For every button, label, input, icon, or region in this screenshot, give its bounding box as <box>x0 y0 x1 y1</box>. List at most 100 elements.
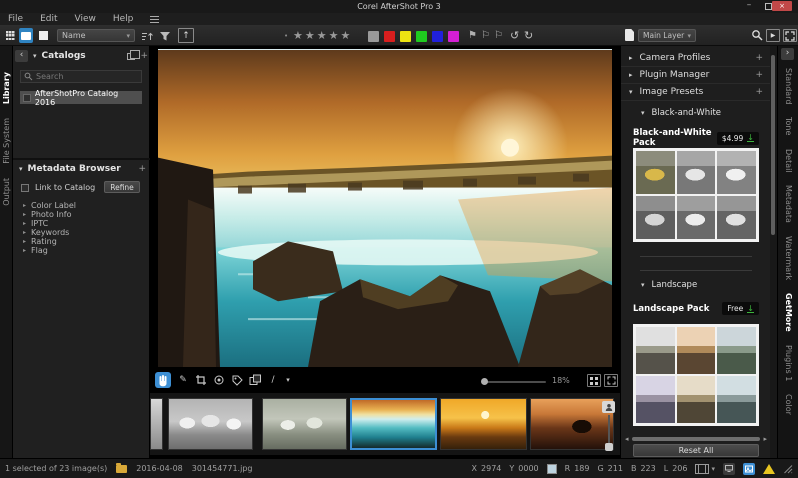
tree-item-rating[interactable]: ▸ Rating <box>23 237 57 246</box>
thumbnail-horses-bw-2[interactable] <box>262 398 347 450</box>
color-label-red[interactable] <box>384 31 395 42</box>
color-label-green[interactable] <box>416 31 427 42</box>
scrollbar-track[interactable] <box>632 437 761 441</box>
tab-file-system[interactable]: File System <box>2 118 11 164</box>
resize-grip-icon[interactable] <box>783 464 793 474</box>
preset-thumb[interactable] <box>677 327 716 374</box>
redo-icon[interactable]: ↻ <box>524 29 533 42</box>
new-catalog-icon[interactable] <box>127 53 135 60</box>
filmstrip-scrollbar[interactable] <box>602 401 616 451</box>
close-button[interactable]: × <box>772 1 792 11</box>
scrollbar-track[interactable] <box>608 415 610 445</box>
image-settings-icon[interactable] <box>743 463 755 475</box>
landscape-pack-preview[interactable] <box>633 324 759 426</box>
tab-output[interactable]: Output <box>2 178 11 206</box>
preset-thumb[interactable] <box>636 151 675 194</box>
expander-closed-icon[interactable]: ▸ <box>629 71 633 79</box>
section-camera-profiles[interactable]: ▸ Camera Profiles + <box>621 50 771 67</box>
menu-help[interactable]: Help <box>113 14 134 24</box>
star-icon[interactable]: ★ <box>317 29 327 42</box>
thumbnail-waterfall-selected[interactable] <box>350 398 437 450</box>
tab-getmore[interactable]: GetMore <box>784 293 793 332</box>
tab-library[interactable]: Library <box>2 72 11 104</box>
bw-pack-buy-button[interactable]: $4.99 ↓ <box>717 132 759 145</box>
catalog-search[interactable] <box>20 70 142 83</box>
undo-icon[interactable]: ↺ <box>510 29 519 42</box>
expander-open-icon[interactable]: ▾ <box>33 52 37 60</box>
tab-watermark[interactable]: Watermark <box>784 236 793 280</box>
dock-panel-icon[interactable]: + <box>755 53 763 63</box>
export-button[interactable]: ↑ <box>178 28 194 43</box>
menu-view[interactable]: View <box>75 14 96 24</box>
expander-open-icon[interactable]: ▾ <box>19 165 23 173</box>
scroll-left-icon[interactable]: ◂ <box>625 435 629 443</box>
panel-splitter[interactable] <box>13 158 150 160</box>
link-to-catalog-checkbox[interactable] <box>21 184 29 192</box>
preset-thumb[interactable] <box>717 376 756 423</box>
expander-closed-icon[interactable]: ▸ <box>23 229 26 236</box>
preset-thumb[interactable] <box>636 196 675 239</box>
minimize-button[interactable]: – <box>742 0 756 12</box>
scrollbar-thumb[interactable] <box>771 55 775 235</box>
actual-size-button[interactable] <box>587 374 601 387</box>
preset-thumb[interactable] <box>717 196 756 239</box>
section-image-presets[interactable]: ▾ Image Presets + <box>621 84 771 101</box>
main-photo-waterfall-sunset[interactable] <box>158 49 612 367</box>
maximize-button[interactable] <box>765 3 772 10</box>
tree-item-color-label[interactable]: ▸ Color Label <box>23 201 76 210</box>
expander-open-icon[interactable]: ▾ <box>629 88 633 96</box>
preset-thumb[interactable] <box>677 151 716 194</box>
star-icon[interactable]: ★ <box>293 29 303 42</box>
draw-tool-button[interactable]: ✎ <box>175 372 191 388</box>
expander-closed-icon[interactable]: ▸ <box>23 202 26 209</box>
pan-tool-button[interactable] <box>155 372 171 388</box>
fullscreen-button[interactable] <box>783 29 797 42</box>
filmstrip-toggle-button[interactable]: ▾ <box>695 464 715 474</box>
color-label-gray[interactable] <box>368 31 379 42</box>
single-view-button[interactable] <box>36 28 50 43</box>
dock-panel-icon[interactable]: + <box>755 70 763 80</box>
color-label-magenta[interactable] <box>448 31 459 42</box>
tab-color[interactable]: Color <box>784 394 793 415</box>
expander-closed-icon[interactable]: ▸ <box>23 238 26 245</box>
fit-to-screen-button[interactable] <box>604 374 618 387</box>
thumbnail-horses-sunset[interactable] <box>440 398 527 450</box>
more-tools-button[interactable]: ▾ <box>280 372 296 388</box>
expander-closed-icon[interactable]: ▸ <box>23 220 26 227</box>
menu-file[interactable]: File <box>8 14 23 24</box>
color-label-yellow[interactable] <box>400 31 411 42</box>
preset-thumb[interactable] <box>717 151 756 194</box>
sort-field-dropdown[interactable]: Name ▾ <box>57 29 135 42</box>
layer-dropdown[interactable]: Main Layer ▾ <box>638 29 696 42</box>
bw-pack-preview[interactable] <box>633 148 759 242</box>
collapse-left-panel-button[interactable]: ‹ <box>15 50 28 62</box>
thumbnail-horses-bw-1[interactable] <box>168 398 253 450</box>
search-icon[interactable] <box>751 29 764 45</box>
preset-thumb[interactable] <box>636 376 675 423</box>
preset-group-landscape[interactable]: ▾ Landscape <box>641 280 697 290</box>
preset-thumb[interactable] <box>636 327 675 374</box>
scrollbar-thumb[interactable] <box>605 443 613 451</box>
section-plugin-manager[interactable]: ▸ Plugin Manager + <box>621 67 771 84</box>
star-icon[interactable]: ★ <box>305 29 315 42</box>
line-tool-button[interactable]: / <box>265 372 281 388</box>
grid-view-button[interactable] <box>3 28 17 43</box>
tab-plugins[interactable]: Plugins 1 <box>784 345 793 381</box>
presets-horizontal-scrollbar[interactable]: ◂ ▸ <box>625 434 767 443</box>
preset-thumb[interactable] <box>677 376 716 423</box>
expander-closed-icon[interactable]: ▸ <box>23 247 26 254</box>
preset-group-black-and-white[interactable]: ▾ Black-and-White <box>641 108 721 118</box>
tab-detail[interactable]: Detail <box>784 149 793 173</box>
tree-item-flag[interactable]: ▸ Flag <box>23 246 48 255</box>
flag-reject-icon[interactable]: ⚐ <box>494 30 503 41</box>
flag-pick-icon[interactable]: ⚑ <box>468 30 477 41</box>
heal-tool-button[interactable] <box>229 372 245 388</box>
expander-closed-icon[interactable]: ▸ <box>629 54 633 62</box>
menu-edit[interactable]: Edit <box>40 14 57 24</box>
star-icon[interactable]: ★ <box>329 29 339 42</box>
tree-item-photo-info[interactable]: ▸ Photo Info <box>23 210 72 219</box>
sort-order-icon[interactable] <box>141 30 154 45</box>
warning-icon[interactable] <box>763 464 775 474</box>
clear-rating-dot[interactable]: • <box>284 32 288 40</box>
right-panel-scrollbar[interactable] <box>770 46 777 458</box>
